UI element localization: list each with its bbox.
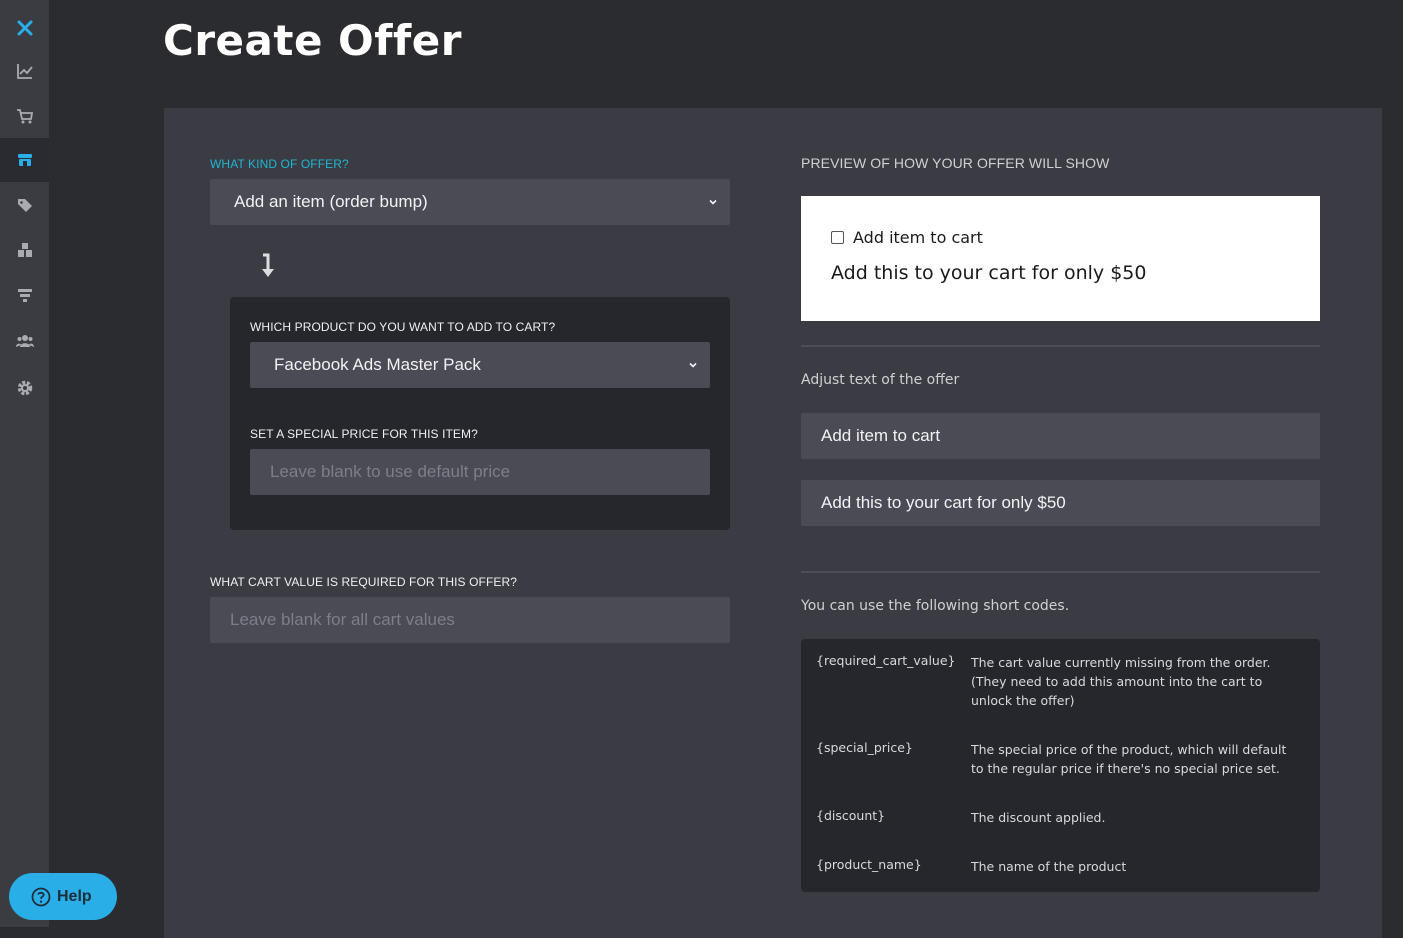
page-title: Create Offer — [163, 16, 462, 65]
divider — [801, 345, 1320, 347]
checkbox-text-input[interactable]: Add item to cart — [801, 413, 1320, 459]
help-button[interactable]: Help — [9, 873, 117, 920]
table-row: {discount} The discount applied. — [816, 808, 1311, 827]
offer-kind-value: Add an item (order bump) — [234, 192, 428, 211]
product-value: Facebook Ads Master Pack — [274, 355, 481, 374]
table-row: {product_name} The name of the product — [816, 857, 1311, 876]
tag-icon — [17, 199, 32, 212]
chart-icon — [16, 64, 33, 79]
offer-form-panel: WHAT KIND OF OFFER? Add an item (order b… — [164, 108, 1382, 938]
short-code: {required_cart_value} — [816, 653, 956, 668]
sidebar-item-close[interactable] — [0, 6, 49, 50]
arrow-down-icon — [262, 253, 274, 277]
short-code: {product_name} — [816, 857, 922, 872]
cart-value-label: WHAT CART VALUE IS REQUIRED FOR THIS OFF… — [210, 575, 518, 589]
sidebar-item-analytics[interactable] — [0, 49, 49, 93]
preview-checkbox-text: Add item to cart — [853, 228, 983, 247]
cart-icon — [16, 109, 33, 124]
preview-checkbox-row: Add item to cart — [831, 228, 983, 247]
preview-label: PREVIEW OF HOW YOUR OFFER WILL SHOW — [801, 155, 1110, 171]
preview-checkbox[interactable] — [831, 231, 844, 244]
cart-value-placeholder: Leave blank for all cart values — [230, 610, 455, 629]
boxes-icon — [17, 243, 32, 257]
help-label: Help — [57, 887, 92, 905]
short-code: {discount} — [816, 808, 886, 823]
sidebar-item-tags[interactable] — [0, 183, 49, 227]
short-codes-table: {required_cart_value} The cart value cur… — [801, 639, 1320, 892]
table-row: {required_cart_value} The cart value cur… — [816, 653, 1311, 710]
sidebar — [0, 0, 49, 927]
short-code-description: The discount applied. — [971, 810, 1106, 825]
sidebar-item-offers[interactable] — [0, 138, 49, 182]
gear-icon — [17, 380, 32, 396]
offer-preview-card: Add item to cart Add this to your cart f… — [801, 196, 1320, 321]
product-settings-box: WHICH PRODUCT DO YOU WANT TO ADD TO CART… — [230, 297, 730, 530]
sidebar-item-settings[interactable] — [0, 366, 49, 410]
table-row: {special_price} The special price of the… — [816, 740, 1311, 778]
offer-text-input[interactable]: Add this to your cart for only $50 — [801, 480, 1320, 526]
sidebar-item-funnels[interactable] — [0, 273, 49, 317]
funnel-icon — [17, 289, 32, 302]
chevron-down-icon — [689, 362, 697, 368]
question-icon — [31, 887, 51, 906]
sidebar-item-customers[interactable] — [0, 319, 49, 363]
special-price-label: SET A SPECIAL PRICE FOR THIS ITEM? — [250, 427, 478, 441]
special-price-input[interactable]: Leave blank to use default price — [250, 449, 710, 495]
sidebar-item-products[interactable] — [0, 228, 49, 272]
offer-kind-label: WHAT KIND OF OFFER? — [210, 157, 349, 171]
users-icon — [15, 335, 34, 347]
product-label: WHICH PRODUCT DO YOU WANT TO ADD TO CART… — [250, 320, 556, 334]
short-code-description: The special price of the product, which … — [971, 742, 1287, 776]
short-code-description: The cart value currently missing from th… — [971, 655, 1271, 708]
sidebar-item-cart[interactable] — [0, 94, 49, 138]
preview-offer-text: Add this to your cart for only $50 — [831, 262, 1147, 284]
short-code-description: The name of the product — [971, 859, 1127, 874]
short-codes-label: You can use the following short codes. — [801, 598, 1070, 614]
short-code: {special_price} — [816, 740, 913, 755]
checkbox-text-value: Add item to cart — [821, 426, 941, 445]
product-select[interactable]: Facebook Ads Master Pack — [250, 342, 710, 388]
close-icon — [17, 20, 32, 36]
cart-value-input[interactable]: Leave blank for all cart values — [210, 597, 730, 643]
chevron-down-icon — [709, 199, 717, 205]
special-price-placeholder: Leave blank to use default price — [270, 462, 511, 481]
adjust-text-label: Adjust text of the offer — [801, 372, 960, 388]
offer-kind-select[interactable]: Add an item (order bump) — [210, 179, 730, 225]
offer-text-value: Add this to your cart for only $50 — [821, 493, 1066, 512]
divider — [801, 571, 1320, 573]
store-icon — [17, 154, 32, 166]
